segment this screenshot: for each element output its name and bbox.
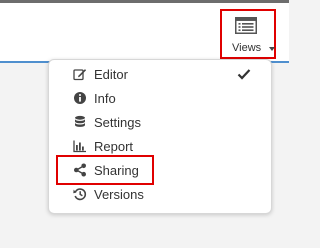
menu-item-info[interactable]: Info	[49, 87, 271, 111]
menu-item-label: Settings	[94, 115, 141, 130]
menu-item-label: Editor	[94, 67, 128, 82]
views-button[interactable]: Views	[220, 9, 276, 59]
caret-down-icon	[269, 47, 275, 51]
menu-item-label: Report	[94, 139, 134, 154]
edit-icon	[73, 69, 87, 81]
checkmark-icon	[237, 69, 251, 80]
menu-item-editor[interactable]: Editor	[49, 63, 271, 87]
bar-chart-icon	[73, 140, 86, 153]
history-icon	[73, 188, 87, 201]
views-list-icon	[235, 17, 257, 34]
database-icon	[75, 115, 85, 127]
toolbar: Views	[0, 3, 289, 63]
info-icon	[74, 92, 86, 104]
menu-item-versions[interactable]: Versions	[49, 183, 271, 207]
sharing-highlight-box	[56, 155, 154, 185]
views-label: Views	[232, 42, 262, 54]
menu-item-label: Info	[94, 91, 116, 106]
menu-item-label: Versions	[94, 187, 144, 202]
menu-item-settings[interactable]: Settings	[49, 111, 271, 135]
views-dropdown-menu: Editor Info Settings Report Sharing Vers…	[48, 59, 272, 214]
